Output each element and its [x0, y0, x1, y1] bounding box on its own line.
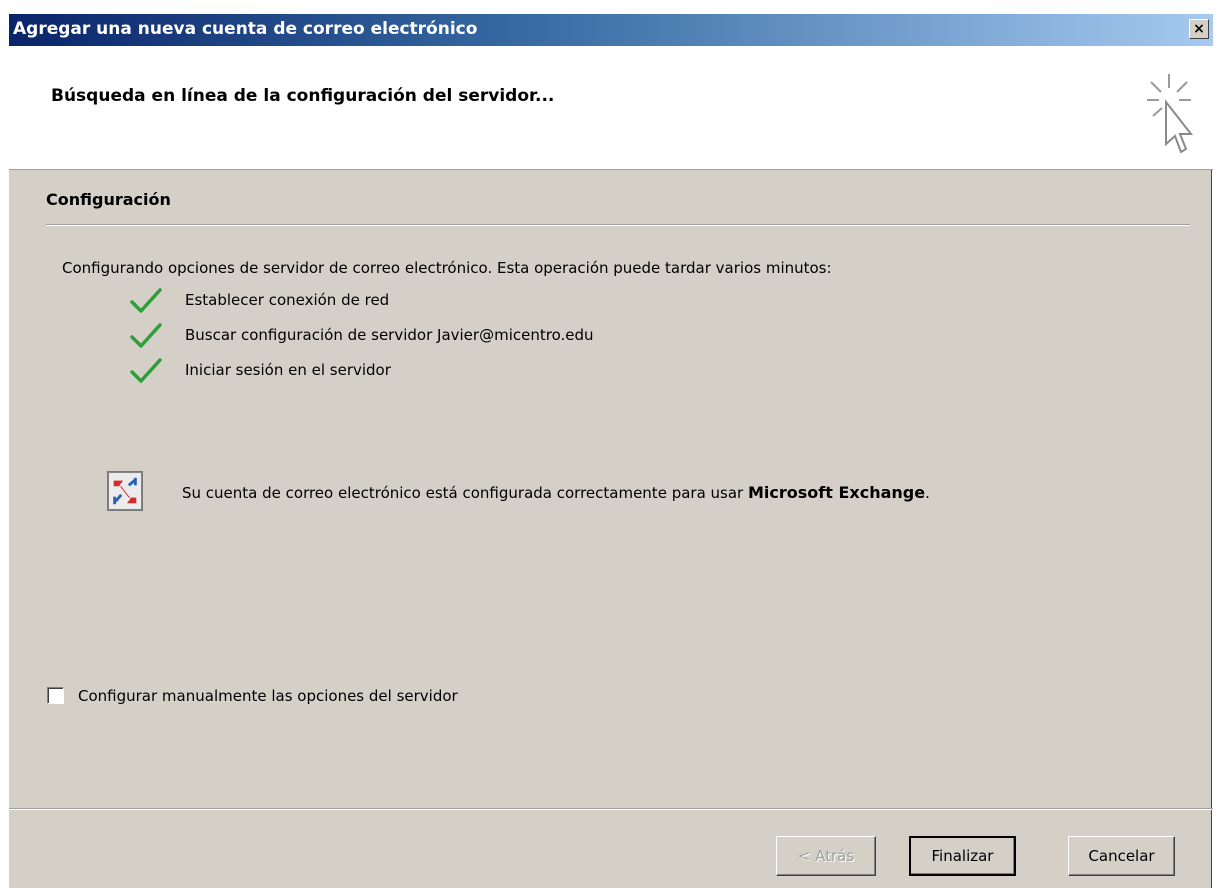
wizard-cursor-icon [1147, 74, 1194, 154]
checkmark-icon [130, 323, 162, 348]
section-title: Configuración [46, 190, 171, 209]
product-name: Microsoft Exchange [747, 483, 926, 502]
step-label: Iniciar sesión en el servidor [185, 361, 391, 379]
step-label: Establecer conexión de red [185, 291, 390, 309]
manual-config-label[interactable]: Configurar manualmente las opciones del … [78, 687, 458, 705]
back-button[interactable]: < Atrás [776, 836, 876, 876]
manual-config-checkbox[interactable] [47, 687, 64, 704]
exchange-icon [107, 471, 143, 511]
result-suffix: . [925, 484, 930, 502]
step-label: Buscar configuración de servidor Javier@… [185, 326, 594, 344]
close-icon: × [1193, 21, 1205, 37]
window-title: Agregar una nueva cuenta de correo elect… [13, 19, 478, 39]
add-email-account-dialog: Agregar una nueva cuenta de correo elect… [8, 14, 1213, 888]
footer-divider [9, 808, 1213, 810]
result-message: Su cuenta de correo electrónico está con… [182, 483, 930, 502]
progress-intro-text: Configurando opciones de servidor de cor… [62, 259, 832, 277]
page-title: Búsqueda en línea de la configuración de… [51, 86, 555, 106]
wizard-header: Búsqueda en línea de la configuración de… [9, 46, 1213, 170]
checkmark-icon [130, 358, 162, 383]
close-button[interactable]: × [1189, 19, 1209, 39]
result-text: Su cuenta de correo electrónico está con… [182, 484, 748, 502]
cancel-button[interactable]: Cancelar [1068, 836, 1175, 876]
section-divider [46, 224, 1190, 226]
checkmark-icon [130, 288, 162, 313]
title-bar[interactable]: Agregar una nueva cuenta de correo elect… [9, 14, 1213, 46]
finish-button[interactable]: Finalizar [909, 836, 1016, 876]
